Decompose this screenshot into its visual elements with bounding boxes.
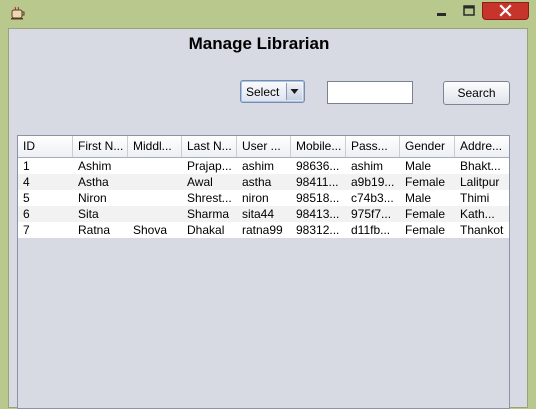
cell-address: Lalitpur — [460, 175, 500, 189]
cell-gender: Female — [405, 175, 446, 189]
table-row[interactable]: 7 Ratna Shova Dhakal ratna99 98312... d1… — [18, 222, 509, 238]
column-header-gender[interactable]: Gender — [400, 136, 455, 157]
cell-id: 6 — [23, 207, 30, 221]
column-header-middle-name[interactable]: Middl... — [128, 136, 182, 157]
search-button[interactable]: Search — [443, 81, 510, 105]
cell-middle-name — [128, 190, 182, 206]
cell-mobile: 98411... — [296, 175, 339, 189]
table-body: 1 Ashim Prajap... ashim 98636... ashim M… — [18, 158, 509, 238]
table-row[interactable]: 5 Niron Shrest... niron 98518... c74b3..… — [18, 190, 509, 206]
column-header-last-name[interactable]: Last N... — [182, 136, 237, 157]
cell-mobile: 98413... — [296, 207, 340, 221]
librarian-table: ID First N... Middl... Last N... User ..… — [17, 135, 510, 409]
cell-address: Bhakt... — [460, 159, 501, 173]
cell-password: a9b19... — [351, 175, 395, 189]
table-row[interactable]: 1 Ashim Prajap... ashim 98636... ashim M… — [18, 158, 509, 174]
cell-gender: Male — [405, 191, 432, 205]
cell-middle-name — [128, 158, 182, 174]
cell-address: Kath... — [460, 207, 495, 221]
cell-gender: Female — [405, 223, 446, 237]
cell-first-name: Niron — [78, 191, 107, 205]
close-icon — [499, 4, 512, 17]
cell-first-name: Sita — [78, 207, 99, 221]
cell-last-name: Awal — [187, 175, 213, 189]
maximize-button[interactable] — [456, 2, 482, 20]
cell-middle-name: Shova — [133, 223, 168, 237]
cell-gender: Male — [405, 159, 432, 173]
cell-mobile: 98312... — [296, 223, 340, 237]
cell-middle-name — [128, 174, 182, 190]
column-header-id[interactable]: ID — [18, 136, 73, 157]
cell-password: ashim — [351, 159, 384, 173]
column-header-address[interactable]: Addre... — [455, 136, 509, 157]
window-titlebar[interactable] — [0, 0, 536, 28]
cell-password: c74b3... — [351, 191, 394, 205]
cell-user-name: astha — [242, 175, 272, 189]
cell-last-name: Dhakal — [187, 223, 225, 237]
cell-first-name: Astha — [78, 175, 109, 189]
cell-id: 4 — [23, 175, 30, 189]
cell-mobile: 98518... — [296, 191, 340, 205]
cell-last-name: Prajap... — [187, 159, 232, 173]
column-header-mobile[interactable]: Mobile... — [291, 136, 346, 157]
cell-first-name: Ratna — [78, 223, 111, 237]
cell-address: Thankot — [460, 223, 504, 237]
cell-address: Thimi — [460, 191, 490, 205]
cell-gender: Female — [405, 207, 446, 221]
cell-last-name: Sharma — [187, 207, 230, 221]
filter-select-value: Select — [246, 85, 280, 99]
cell-user-name: ashim — [242, 159, 275, 173]
java-coffee-cup-icon — [11, 6, 25, 20]
cell-id: 1 — [23, 159, 30, 173]
cell-password: d11fb... — [351, 223, 391, 237]
cell-id: 5 — [23, 191, 30, 205]
cell-mobile: 98636... — [296, 159, 340, 173]
column-header-first-name[interactable]: First N... — [73, 136, 128, 157]
cell-first-name: Ashim — [78, 159, 112, 173]
cell-user-name: niron — [242, 191, 269, 205]
cell-password: 975f7... — [351, 207, 392, 221]
table-row[interactable]: 6 Sita Sharma sita44 98413... 975f7... F… — [18, 206, 509, 222]
minimize-button[interactable] — [429, 2, 455, 20]
window-client-area: Manage Librarian Select Search ID First … — [8, 28, 528, 409]
close-button[interactable] — [482, 2, 529, 20]
cell-last-name: Shrest... — [187, 191, 232, 205]
column-header-user-name[interactable]: User ... — [237, 136, 291, 157]
column-header-password[interactable]: Pass... — [346, 136, 400, 157]
cell-user-name: sita44 — [242, 207, 275, 221]
table-row[interactable]: 4 Astha Awal astha 98411... a9b19... Fem… — [18, 174, 509, 190]
filter-select[interactable]: Select — [240, 80, 305, 103]
page-title: Manage Librarian — [188, 34, 330, 53]
cell-user-name: ratna99 — [242, 223, 283, 237]
dropdown-arrow-icon[interactable] — [286, 83, 302, 100]
cell-middle-name — [128, 206, 182, 222]
cell-id: 7 — [23, 223, 30, 237]
table-header: ID First N... Middl... Last N... User ..… — [18, 136, 509, 158]
search-input[interactable] — [327, 81, 413, 104]
